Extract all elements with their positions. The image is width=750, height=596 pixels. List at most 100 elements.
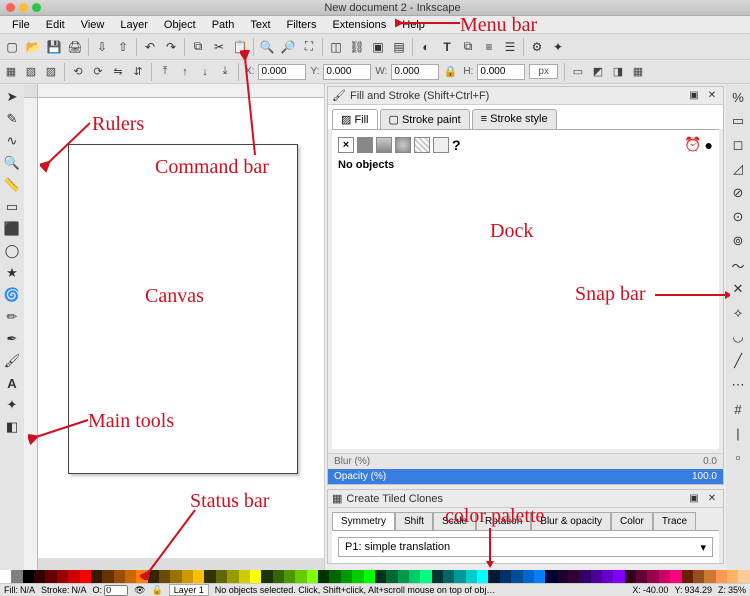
bezier-tool[interactable]: ✒	[1, 328, 23, 350]
pencil-tool[interactable]: ✏	[1, 306, 23, 328]
clone-tab-symmetry[interactable]: Symmetry	[332, 512, 395, 530]
palette-swatch[interactable]	[91, 570, 102, 583]
ellipse-tool[interactable]: ◯	[1, 240, 23, 262]
select-layers-button[interactable]: ▧	[22, 63, 40, 81]
tweak-tool[interactable]: ∿	[1, 130, 23, 152]
clone-tab-trace[interactable]: Trace	[653, 512, 696, 530]
copy-button[interactable]: ⧉	[188, 37, 208, 57]
palette-swatch[interactable]	[318, 570, 329, 583]
palette-swatch[interactable]	[488, 570, 499, 583]
swatch-swatch[interactable]	[433, 137, 449, 153]
palette-swatch[interactable]	[341, 570, 352, 583]
rect-tool[interactable]: ▭	[1, 196, 23, 218]
star-tool[interactable]: ★	[1, 262, 23, 284]
palette-swatch[interactable]	[647, 570, 658, 583]
palette-swatch[interactable]	[602, 570, 613, 583]
palette-swatch[interactable]	[420, 570, 431, 583]
palette-swatch[interactable]	[670, 570, 681, 583]
palette-swatch[interactable]	[364, 570, 375, 583]
snap-corner-button[interactable]: ◿	[727, 158, 749, 180]
open-button[interactable]: 📂	[23, 37, 43, 57]
no-paint-swatch[interactable]: ×	[338, 137, 354, 153]
snap-node-button[interactable]: ⊚	[727, 230, 749, 252]
z-value-s[interactable]: 35%	[728, 585, 746, 595]
palette-swatch[interactable]	[432, 570, 443, 583]
flip-h-button[interactable]: ⇋	[109, 63, 127, 81]
palette-swatch[interactable]	[386, 570, 397, 583]
palette-swatch[interactable]	[523, 570, 534, 583]
affect-stroke-button[interactable]: ▭	[569, 63, 587, 81]
palette-swatch[interactable]	[352, 570, 363, 583]
tab-stroke-paint[interactable]: ▢ Stroke paint	[380, 109, 470, 129]
export-button[interactable]: ⇧	[113, 37, 133, 57]
palette-swatch[interactable]	[636, 570, 647, 583]
doc-props-button[interactable]: ⚙	[527, 37, 547, 57]
palette-swatch[interactable]	[34, 570, 45, 583]
palette-swatch[interactable]	[239, 570, 250, 583]
text-tool[interactable]: A	[1, 372, 23, 394]
align-button[interactable]: ≡	[479, 37, 499, 57]
lower-button[interactable]: ↓	[196, 63, 214, 81]
ruler-vertical[interactable]	[24, 84, 38, 570]
rgrad-swatch[interactable]	[395, 137, 411, 153]
rotate-ccw-button[interactable]: ⟲	[69, 63, 87, 81]
selector-tool[interactable]: ➤	[1, 86, 23, 108]
palette-swatch[interactable]	[454, 570, 465, 583]
lgrad-swatch[interactable]	[376, 137, 392, 153]
lock-icon[interactable]: 🔓	[152, 585, 163, 596]
print-button[interactable]: 🖨	[65, 37, 85, 57]
palette-swatch[interactable]	[273, 570, 284, 583]
box3d-tool[interactable]: ⬛	[1, 218, 23, 240]
palette-swatch[interactable]	[738, 570, 749, 583]
palette-swatch[interactable]	[409, 570, 420, 583]
palette-swatch[interactable]	[500, 570, 511, 583]
affect-corner-button[interactable]: ◩	[589, 63, 607, 81]
zoom-window-button[interactable]	[32, 3, 41, 12]
clone-tab-color[interactable]: Color	[611, 512, 653, 530]
save-button[interactable]: 💾	[44, 37, 64, 57]
lock-icon[interactable]: 🔒	[441, 63, 459, 81]
snap-smooth-button[interactable]: ◡	[727, 326, 749, 348]
zoom-draw-button[interactable]: 🔎	[278, 37, 298, 57]
palette-swatch[interactable]	[557, 570, 568, 583]
palette-swatch[interactable]	[250, 570, 261, 583]
alarm-icon[interactable]: ⏰	[684, 136, 701, 153]
palette-swatch[interactable]	[693, 570, 704, 583]
palette-swatch[interactable]	[659, 570, 670, 583]
menu-text[interactable]: Text	[242, 17, 278, 33]
fill-value[interactable]: N/A	[20, 585, 35, 595]
palette-swatch[interactable]	[534, 570, 545, 583]
node-tool[interactable]: ✎	[1, 108, 23, 130]
blob-icon[interactable]: ●	[705, 137, 713, 153]
menu-layer[interactable]: Layer	[112, 17, 156, 33]
page[interactable]	[68, 144, 298, 474]
opacity-input[interactable]	[104, 585, 128, 596]
palette-swatch[interactable]	[114, 570, 125, 583]
minimize-window-button[interactable]	[19, 3, 28, 12]
palette-swatch[interactable]	[704, 570, 715, 583]
palette-swatch[interactable]	[443, 570, 454, 583]
menu-file[interactable]: File	[4, 17, 38, 33]
menu-path[interactable]: Path	[204, 17, 243, 33]
zoom-tool[interactable]: 🔍	[1, 152, 23, 174]
unlink-button[interactable]: ⛓	[347, 37, 367, 57]
snap-edge-button[interactable]: ◻	[727, 134, 749, 156]
palette-swatch[interactable]	[57, 570, 68, 583]
flat-swatch[interactable]	[357, 137, 373, 153]
palette-swatch[interactable]	[511, 570, 522, 583]
palette-swatch[interactable]	[102, 570, 113, 583]
palette-swatch[interactable]	[125, 570, 136, 583]
minimize-panel-icon[interactable]: ▣	[687, 89, 701, 103]
group-button[interactable]: ▣	[368, 37, 388, 57]
clone-tab-blur[interactable]: Blur & opacity	[531, 512, 611, 530]
palette-swatch[interactable]	[307, 570, 318, 583]
snap-other-button[interactable]: ⋯	[727, 374, 749, 396]
import-button[interactable]: ⇩	[92, 37, 112, 57]
palette-swatch[interactable]	[591, 570, 602, 583]
menu-edit[interactable]: Edit	[38, 17, 73, 33]
palette-swatch[interactable]	[375, 570, 386, 583]
palette-swatch[interactable]	[45, 570, 56, 583]
snap-grid-button[interactable]: #	[727, 398, 749, 420]
deselect-button[interactable]: ▨	[42, 63, 60, 81]
palette-swatch[interactable]	[68, 570, 79, 583]
